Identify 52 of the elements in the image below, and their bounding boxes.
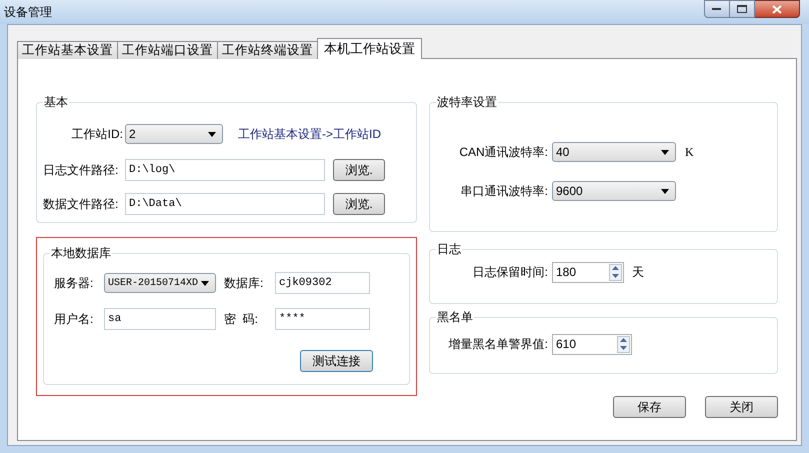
group-title: 基本 [43, 94, 69, 111]
browse-button[interactable]: 浏览. [333, 159, 385, 181]
hint-link[interactable]: 工作站基本设置->工作站ID [238, 125, 382, 143]
spin-arrows-icon [609, 264, 622, 280]
field-label: 串口通讯波特率: [460, 183, 549, 200]
field-label: 数据文件路径: [43, 196, 120, 213]
save-button[interactable]: 保存 [613, 396, 686, 418]
maximize-button[interactable] [730, 0, 755, 18]
caret-icon [201, 280, 209, 286]
group-title: 日志 [436, 241, 462, 258]
field-label: CAN通讯波特率: [458, 144, 549, 161]
unit-label: 天 [632, 264, 644, 281]
tab[interactable]: 工作站端口设置 [117, 41, 218, 59]
close-icon [772, 4, 782, 14]
field-label: 密 码: [224, 311, 260, 328]
close-button[interactable] [755, 0, 800, 18]
field-label: 服务器: [54, 275, 94, 292]
group-title: 黑名单 [436, 309, 474, 326]
dropdown[interactable]: 9600 [552, 181, 676, 201]
number-spinner[interactable]: 180 [552, 262, 624, 282]
close-button[interactable]: 关闭 [705, 396, 778, 418]
tab[interactable]: 工作站基本设置 [17, 41, 118, 59]
text-field[interactable]: D:\Data\ [125, 193, 325, 215]
test-connection-button[interactable]: 测试连接 [300, 350, 373, 372]
field-label: 日志保留时间: [472, 264, 549, 281]
field-label: 数据库: [224, 275, 264, 292]
maximize-icon [737, 5, 747, 13]
caret-icon [661, 188, 669, 194]
group-title: 波特率设置 [436, 94, 498, 111]
spin-arrows-icon [617, 336, 630, 352]
text-field[interactable]: sa [104, 308, 216, 330]
dropdown[interactable]: USER-20150714XD [104, 273, 216, 293]
tab[interactable]: 本机工作站设置 [317, 38, 422, 59]
field-label: 用户名: [54, 311, 94, 328]
field-label: 增量黑名单警界值: [448, 336, 549, 353]
field-label: 工作站ID: [70, 126, 124, 143]
text-field[interactable]: cjk09302 [275, 272, 370, 294]
text-field[interactable]: D:\log\ [125, 159, 325, 181]
minimize-icon [712, 7, 722, 11]
dropdown[interactable]: 2 [125, 124, 223, 144]
unit-label: K [685, 144, 694, 161]
group-title: 本地数据库 [50, 245, 112, 262]
caret-icon [661, 150, 669, 154]
window-title: 设备管理 [4, 4, 52, 21]
minimize-button[interactable] [704, 0, 730, 18]
caret-icon [208, 132, 216, 136]
number-spinner[interactable]: 610 [552, 334, 632, 354]
text-field[interactable]: **** [275, 308, 370, 330]
browse-button[interactable]: 浏览. [333, 193, 385, 215]
dropdown[interactable]: 40 [552, 142, 676, 162]
field-label: 日志文件路径: [43, 162, 120, 179]
tab[interactable]: 工作站终端设置 [217, 41, 318, 59]
